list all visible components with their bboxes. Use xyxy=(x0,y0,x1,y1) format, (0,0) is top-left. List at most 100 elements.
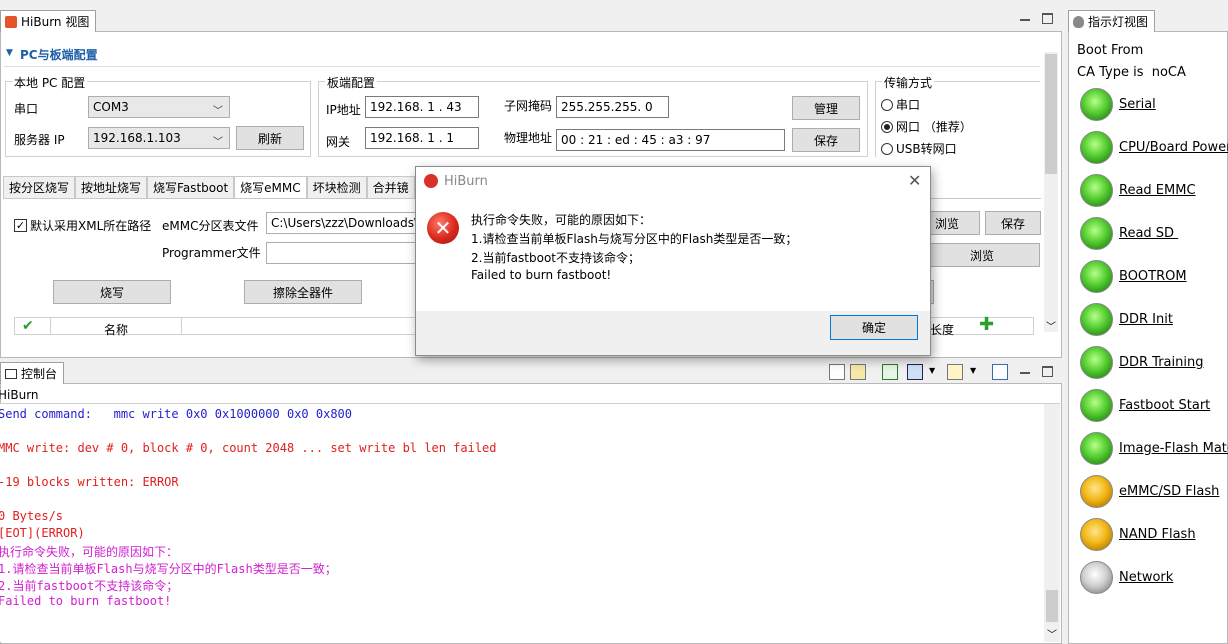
partition-file-field[interactable]: C:\Users\zzz\Downloads\ xyxy=(266,212,416,234)
gateway-label: 网关 xyxy=(326,135,351,149)
console-line: -19 blocks written: ERROR xyxy=(0,475,179,489)
add-row-icon[interactable]: ✚ xyxy=(979,316,994,334)
check-all-icon[interactable]: ✔ xyxy=(22,318,34,334)
boot-from-label: Boot From xyxy=(1077,43,1144,58)
radio-serial-dot xyxy=(881,98,893,111)
led-label-emmc-sd-flash[interactable]: eMMC/SD Flash xyxy=(1119,484,1219,499)
programmer-browse-button[interactable]: 浏览 xyxy=(924,243,1040,267)
image-flash-match-led-icon xyxy=(1080,432,1113,465)
power-led-icon xyxy=(1080,131,1113,164)
server-ip-select[interactable]: 192.168.1.103 ﹀ xyxy=(88,127,230,149)
ip-address-field[interactable]: 192.168. 1 . 43 xyxy=(365,96,479,118)
gateway-field[interactable]: 192.168. 1 . 1 xyxy=(365,127,479,149)
hiburn-view-tab-label: HiBurn 视图 xyxy=(21,15,90,29)
console-tab[interactable]: 控制台 xyxy=(0,362,65,384)
chevron-down-icon[interactable]: ▼ xyxy=(970,366,976,375)
clear-console-icon[interactable] xyxy=(829,364,845,380)
radio-usb-dot xyxy=(881,142,893,155)
radio-network[interactable]: 网口 （推荐） xyxy=(881,118,972,135)
open-console-icon[interactable] xyxy=(947,364,963,380)
xml-path-checkbox-label: 默认采用XML所在路径 xyxy=(30,219,152,233)
burn-tabs: 按分区烧写 按地址烧写 烧写Fastboot 烧写eMMC 坏块检测 合并镜 xyxy=(3,176,415,198)
display-console-icon[interactable] xyxy=(907,364,923,380)
xml-path-checkbox[interactable]: ✓ 默认采用XML所在路径 xyxy=(14,217,151,234)
ok-button[interactable]: 确定 xyxy=(830,315,918,340)
tab-badblock-check[interactable]: 坏块检测 xyxy=(306,176,367,198)
section-collapse-icon[interactable]: ▼ xyxy=(6,48,13,58)
console-scrollbar[interactable]: ﹀ xyxy=(1044,404,1060,642)
lightbulb-icon xyxy=(1073,15,1084,28)
maximize-icon[interactable] xyxy=(1042,366,1053,377)
console-line: 2.当前fastboot不支持该命令； xyxy=(0,579,179,593)
led-label-bootrom[interactable]: BOOTROM xyxy=(1119,269,1187,284)
console-tab-label: 控制台 xyxy=(21,367,58,381)
read-emmc-led-icon xyxy=(1080,174,1113,207)
dialog-titlebar[interactable]: HiBurn xyxy=(416,167,930,195)
console-icon xyxy=(5,368,17,379)
subnet-mask-field[interactable]: 255.255.255. 0 xyxy=(556,96,669,118)
nand-flash-led-icon xyxy=(1080,518,1113,551)
hiburn-view-tab[interactable]: HiBurn 视图 xyxy=(0,10,97,32)
radio-serial-label: 串口 xyxy=(896,98,921,112)
tab-address-burn[interactable]: 按地址烧写 xyxy=(75,176,148,198)
led-label-power[interactable]: CPU/Board Power- xyxy=(1119,140,1228,155)
board-save-button[interactable]: 保存 xyxy=(792,128,860,152)
dialog-message-line: 2.当前fastboot不支持该命令； xyxy=(471,251,640,265)
table-col-divider xyxy=(181,318,182,334)
console-line: MMC write: dev # 0, block # 0, count 204… xyxy=(0,441,497,455)
console-scrollbar-thumb[interactable] xyxy=(1046,590,1058,622)
ip-label: IP地址 xyxy=(326,103,361,117)
manage-button[interactable]: 管理 xyxy=(792,96,860,120)
port-select[interactable]: COM3 ﹀ xyxy=(88,96,230,118)
scroll-down-icon[interactable]: ﹀ xyxy=(1047,626,1057,641)
led-label-image-flash-match[interactable]: Image-Flash Match xyxy=(1119,441,1228,456)
radio-usb-label: USB转网口 xyxy=(896,142,957,156)
programmer-file-field[interactable] xyxy=(266,242,416,264)
upper-scrollbar-thumb[interactable] xyxy=(1045,54,1057,174)
ddr-training-led-icon xyxy=(1080,346,1113,379)
led-label-network[interactable]: Network xyxy=(1119,570,1173,585)
mac-address-field[interactable]: 00 : 21 : ed : 45 : a3 : 97 xyxy=(556,129,785,151)
minimize-icon[interactable] xyxy=(1020,366,1030,376)
led-label-ddr-training[interactable]: DDR Training xyxy=(1119,355,1203,370)
refresh-button[interactable]: 刷新 xyxy=(236,126,304,150)
led-label-read-sd[interactable]: Read SD xyxy=(1119,226,1178,241)
mask-label: 子网掩码 xyxy=(504,99,553,113)
bootrom-led-icon xyxy=(1080,260,1113,293)
section-title: PC与板端配置 xyxy=(20,48,98,62)
erase-all-button[interactable]: 擦除全器件 xyxy=(244,280,362,304)
led-label-ddr-init[interactable]: DDR Init xyxy=(1119,312,1173,327)
pin-console-icon[interactable] xyxy=(882,364,898,380)
chevron-down-icon: ﹀ xyxy=(213,106,223,117)
led-label-nand-flash[interactable]: NAND Flash xyxy=(1119,527,1196,542)
partition-save-button[interactable]: 保存 xyxy=(985,211,1041,235)
tab-fastboot-burn[interactable]: 烧写Fastboot xyxy=(147,176,235,198)
radio-serial[interactable]: 串口 xyxy=(881,96,920,113)
indicator-view-tab[interactable]: 指示灯视图 xyxy=(1068,10,1156,32)
radio-network-dot xyxy=(881,120,893,133)
scroll-lock-icon[interactable] xyxy=(850,364,866,380)
console-line: Failed to burn fastboot! xyxy=(0,594,172,608)
maximize-icon[interactable] xyxy=(1042,13,1053,24)
dialog-message-line: Failed to burn fastboot! xyxy=(471,268,612,282)
scroll-down-icon[interactable]: ﹀ xyxy=(1046,318,1056,333)
burn-button[interactable]: 烧写 xyxy=(53,280,171,304)
tab-emmc-burn[interactable]: 烧写eMMC xyxy=(234,176,307,198)
led-label-serial[interactable]: Serial xyxy=(1119,97,1156,112)
export-icon[interactable] xyxy=(992,364,1008,380)
chevron-down-icon[interactable]: ▼ xyxy=(929,366,935,375)
console-line: [EOT](ERROR) xyxy=(0,526,85,540)
tab-partition-burn[interactable]: 按分区烧写 xyxy=(3,176,76,198)
port-label: 串口 xyxy=(14,102,39,116)
emmc-sd-flash-led-icon xyxy=(1080,475,1113,508)
close-icon[interactable]: ✕ xyxy=(908,171,921,190)
console-output: Send command: mmc write 0x0 0x1000000 0x… xyxy=(0,404,1044,642)
upper-scrollbar[interactable]: ﹀ xyxy=(1044,52,1058,333)
hiburn-logo-icon xyxy=(424,174,438,188)
led-label-read-emmc[interactable]: Read EMMC xyxy=(1119,183,1196,198)
led-label-fastboot-start[interactable]: Fastboot Start xyxy=(1119,398,1210,413)
ca-type-label: CA Type is noCA xyxy=(1077,65,1186,80)
tab-merge-image[interactable]: 合并镜 xyxy=(366,176,415,198)
minimize-icon[interactable] xyxy=(1020,13,1030,23)
radio-usb-network[interactable]: USB转网口 xyxy=(881,140,957,157)
